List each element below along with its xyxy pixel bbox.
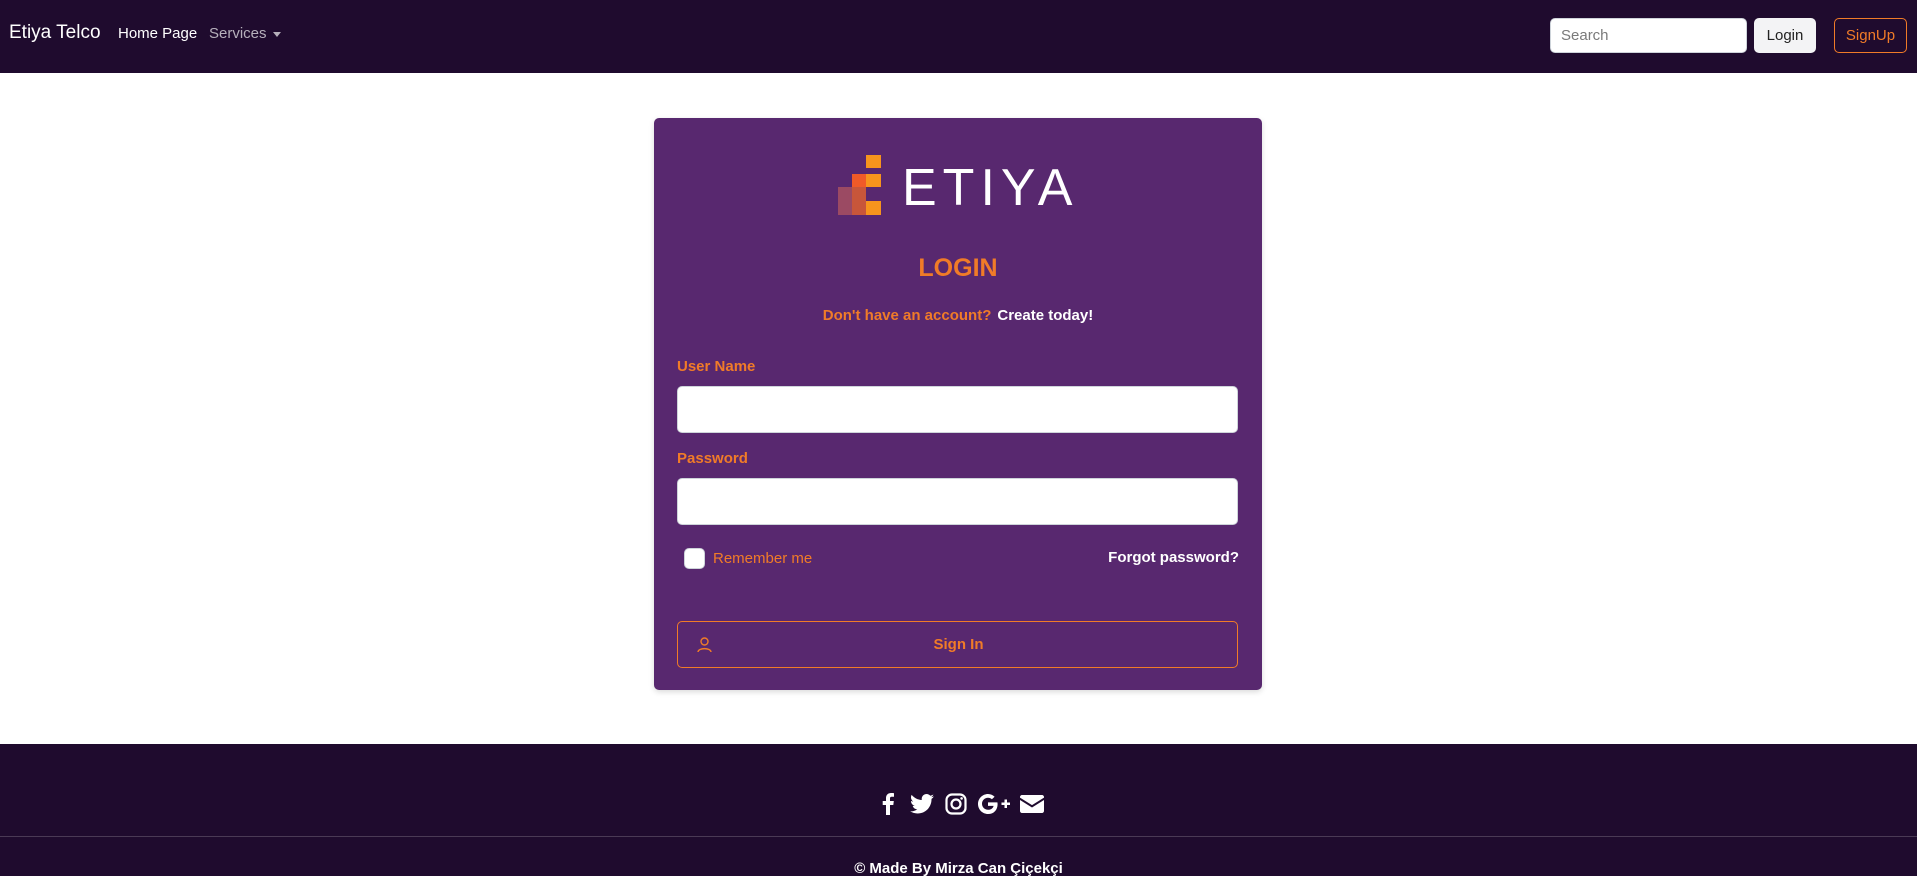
copyright-text: © Made By Mirza Can Çiçekçi	[854, 860, 1063, 876]
username-label: User Name	[677, 358, 756, 375]
checkbox-box[interactable]	[684, 547, 705, 569]
top-navbar: Etiya Telco Home Page Services Login Sig…	[0, 0, 1917, 73]
password-field[interactable]	[677, 478, 1238, 525]
etiya-logo: ETIYA	[838, 155, 1078, 217]
create-account-line: Don't have an account? Create today!	[654, 307, 1262, 324]
password-label: Password	[677, 450, 748, 467]
logo-wordmark: ETIYA	[902, 159, 1078, 217]
caret-down-icon	[272, 31, 281, 37]
search-input[interactable]	[1550, 18, 1747, 53]
nav-services-label: Services	[209, 25, 267, 42]
remember-me-checkbox[interactable]: Remember me	[684, 547, 812, 569]
footer-divider	[0, 836, 1917, 837]
brand-name[interactable]: Etiya Telco	[9, 22, 101, 44]
remember-me-label: Remember me	[713, 549, 813, 567]
login-card: ETIYA LOGIN Don't have an account? Create…	[654, 118, 1262, 690]
envelope-icon[interactable]	[1020, 792, 1044, 816]
login-title: LOGIN	[918, 254, 998, 282]
instagram-icon[interactable]	[944, 792, 968, 816]
sign-in-label: Sign In	[933, 636, 984, 653]
username-field[interactable]	[677, 386, 1238, 433]
nav-services-dropdown[interactable]: Services	[209, 25, 281, 42]
twitter-icon[interactable]	[910, 792, 934, 816]
account-question: Don't have an account?	[822, 307, 992, 324]
facebook-icon[interactable]	[876, 792, 900, 816]
google-plus-icon[interactable]	[978, 792, 1010, 816]
login-button[interactable]: Login	[1754, 18, 1816, 53]
page-footer: © Made By Mirza Can Çiçekçi	[0, 744, 1917, 876]
sign-in-button[interactable]: Sign In	[677, 621, 1238, 668]
nav-home-link[interactable]: Home Page	[118, 25, 197, 42]
signup-button[interactable]: SignUp	[1834, 18, 1907, 53]
forgot-password-link[interactable]: Forgot password?	[1108, 549, 1239, 566]
create-account-link[interactable]: Create today!	[997, 307, 1093, 324]
social-links	[876, 792, 1044, 816]
